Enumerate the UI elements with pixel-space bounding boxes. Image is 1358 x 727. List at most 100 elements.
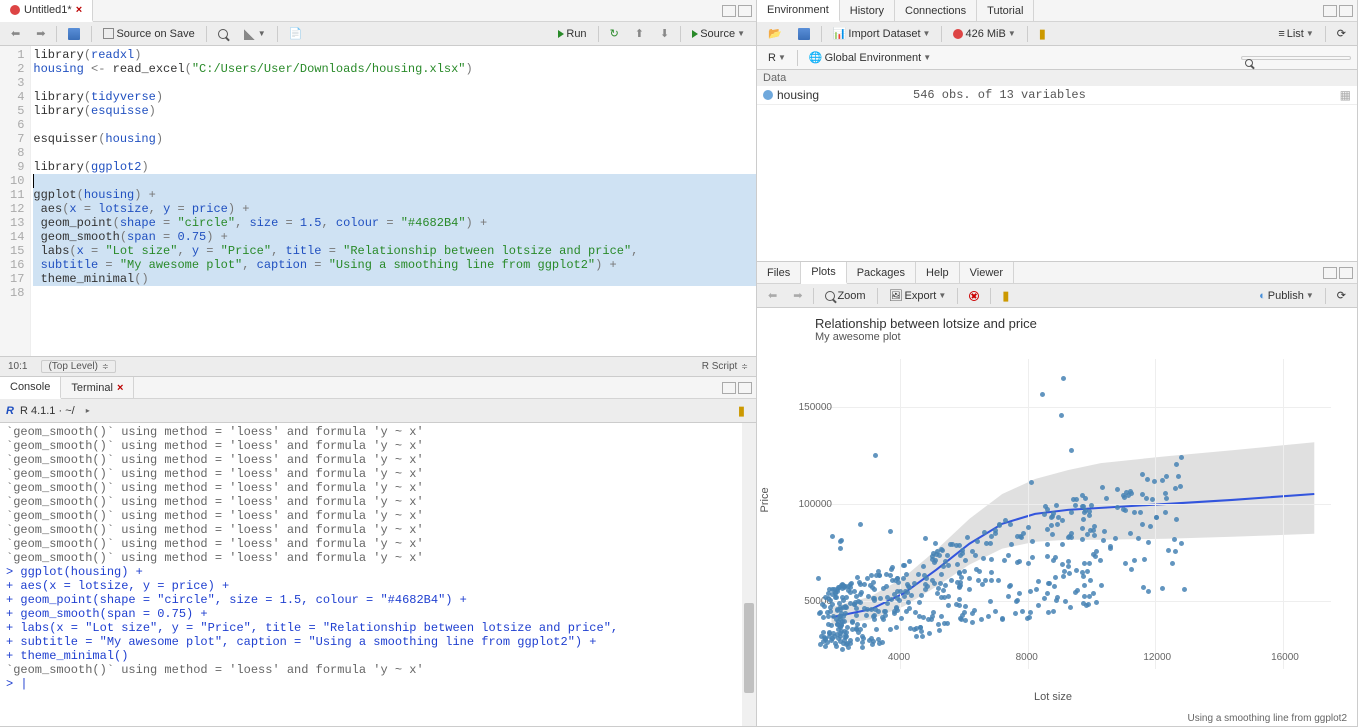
env-search-input[interactable] (1241, 56, 1351, 60)
search-icon (1245, 59, 1253, 67)
clear-console-button[interactable]: ▮ (733, 401, 750, 421)
load-workspace-button[interactable]: 📂 (763, 25, 787, 42)
env-scope-bar: R ▼ 🌐 Global Environment ▼ (757, 46, 1357, 70)
filetype-selector[interactable]: R Script ≑ (702, 361, 748, 372)
zoom-icon (825, 291, 835, 301)
plot-prev-button[interactable]: ⬅ (763, 287, 782, 304)
right-column: EnvironmentHistoryConnectionsTutorial 📂 … (757, 0, 1358, 727)
save-button[interactable] (63, 26, 85, 42)
memory-usage[interactable]: 426 MiB ▼ (948, 26, 1020, 42)
tab-connections[interactable]: Connections (895, 0, 977, 22)
tab-console[interactable]: Console (0, 377, 61, 399)
tab-label: Terminal (71, 382, 113, 394)
source-tab-untitled1[interactable]: Untitled1* × (0, 0, 93, 22)
cursor-position: 10:1 (8, 361, 27, 372)
run-button[interactable]: Run (553, 26, 591, 42)
minimize-icon[interactable] (722, 382, 736, 394)
plot-next-button[interactable]: ➡ (788, 287, 807, 304)
minimize-icon[interactable] (1323, 267, 1337, 279)
code-tools-button[interactable]: ▼ (239, 26, 271, 42)
refresh-env-button[interactable]: ⟳ (1332, 25, 1351, 42)
rstudio-app: Untitled1* × ⬅ ➡ Source on Save ▼ (0, 0, 1358, 700)
rerun-button[interactable]: ↻ (605, 25, 624, 42)
maximize-icon[interactable] (1339, 5, 1353, 17)
export-button[interactable]: 🖼 Export ▼ (884, 287, 952, 304)
pane-minmax (722, 382, 756, 394)
compile-report-button[interactable]: 📄 (284, 25, 308, 42)
go-next-button[interactable]: ⬇ (655, 25, 674, 42)
publish-button[interactable]: ◐ Publish ▼ (1254, 288, 1319, 304)
code-body[interactable]: library(readxl)housing <- read_excel("C:… (31, 46, 756, 356)
tab-terminal[interactable]: Terminal × (61, 377, 134, 399)
env-tabbar: EnvironmentHistoryConnectionsTutorial (757, 0, 1357, 22)
toolbar-sep (56, 26, 57, 42)
tab-files[interactable]: Files (757, 262, 801, 284)
source-tabbar: Untitled1* × (0, 0, 756, 22)
source-toolbar: ⬅ ➡ Source on Save ▼ 📄 Run ↻ ⬆ ⬇ Source … (0, 22, 756, 46)
mem-dot-icon (953, 29, 963, 39)
scrollthumb[interactable] (744, 603, 754, 693)
go-prev-button[interactable]: ⬆ (630, 25, 649, 42)
toolbar-sep (277, 26, 278, 42)
env-toolbar: 📂 📊 Import Dataset ▼ 426 MiB ▼ ▮ ≡ List … (757, 22, 1357, 46)
x-axis-label: Lot size (765, 691, 1341, 703)
view-mode-selector[interactable]: ≡ List ▼ (1273, 26, 1318, 42)
maximize-icon[interactable] (1339, 267, 1353, 279)
toolbar-sep (821, 26, 822, 42)
scope-selector[interactable]: (Top Level) ≑ (41, 360, 115, 373)
chevron-down-icon: ▼ (1306, 29, 1314, 38)
chevron-down-icon: ▼ (737, 29, 745, 38)
chevron-down-icon: ▼ (938, 291, 946, 300)
console-output[interactable]: `geom_smooth()` using method = 'loess' a… (0, 423, 756, 726)
grid-icon[interactable]: ▦ (1340, 88, 1351, 102)
tab-plots[interactable]: Plots (801, 262, 846, 284)
env-row[interactable]: housing546 obs. of 13 variables▦ (757, 86, 1357, 105)
tab-packages[interactable]: Packages (847, 262, 916, 284)
source-dropdown[interactable]: Source ▼ (687, 26, 750, 42)
console-tabbar: Console Terminal × (0, 377, 756, 399)
source-on-save-toggle[interactable]: Source on Save (98, 26, 199, 42)
code-editor[interactable]: 123456789101112131415161718 library(read… (0, 46, 756, 356)
forward-button[interactable]: ➡ (31, 25, 50, 42)
find-button[interactable] (213, 27, 233, 41)
save-workspace-button[interactable] (793, 26, 815, 42)
export-label: Export (905, 290, 937, 302)
tab-history[interactable]: History (840, 0, 895, 22)
scope-label: (Top Level) (48, 361, 97, 372)
chevron-down-icon: ▼ (258, 29, 266, 38)
plot-subtitle: My awesome plot (815, 331, 1341, 343)
toolbar-sep (957, 288, 958, 304)
back-button[interactable]: ⬅ (6, 25, 25, 42)
toolbar-sep (1325, 26, 1326, 42)
maximize-icon[interactable] (738, 5, 752, 17)
minimize-icon[interactable] (1323, 5, 1337, 17)
environment-pane: EnvironmentHistoryConnectionsTutorial 📂 … (757, 0, 1357, 262)
list-label: List (1287, 28, 1304, 40)
maximize-icon[interactable] (738, 382, 752, 394)
tab-environment[interactable]: Environment (757, 0, 840, 22)
clear-plots-button[interactable]: ▮ (997, 286, 1014, 306)
tab-viewer[interactable]: Viewer (960, 262, 1014, 284)
toolbar-sep (1027, 26, 1028, 42)
zoom-button[interactable]: Zoom (820, 288, 870, 304)
close-tab-icon[interactable]: × (76, 4, 82, 16)
remove-plot-button[interactable] (964, 289, 984, 303)
tab-tutorial[interactable]: Tutorial (977, 0, 1034, 22)
r-logo-icon: R (6, 405, 14, 417)
plots-toolbar: ⬅ ➡ Zoom 🖼 Export ▼ ▮ ◐ Publish ▼ ⟳ (757, 284, 1357, 308)
language-selector[interactable]: R ▼ (763, 50, 791, 66)
console-wd-dropdown[interactable]: ▸ (81, 404, 95, 417)
env-grid: Data housing546 obs. of 13 variables▦ (757, 70, 1357, 261)
minimize-icon[interactable] (722, 5, 736, 17)
tab-help[interactable]: Help (916, 262, 960, 284)
env-scope-selector[interactable]: 🌐 Global Environment ▼ (804, 49, 936, 66)
source-tab-label: Untitled1* (24, 4, 72, 16)
clear-env-button[interactable]: ▮ (1034, 24, 1051, 44)
refresh-plot-button[interactable]: ⟳ (1332, 287, 1351, 304)
left-column: Untitled1* × ⬅ ➡ Source on Save ▼ (0, 0, 757, 727)
close-icon[interactable]: × (117, 382, 123, 394)
import-dataset-button[interactable]: 📊 Import Dataset ▼ (828, 25, 936, 42)
scrollbar[interactable] (742, 423, 756, 726)
toolbar-sep (598, 26, 599, 42)
toolbar-sep (813, 288, 814, 304)
